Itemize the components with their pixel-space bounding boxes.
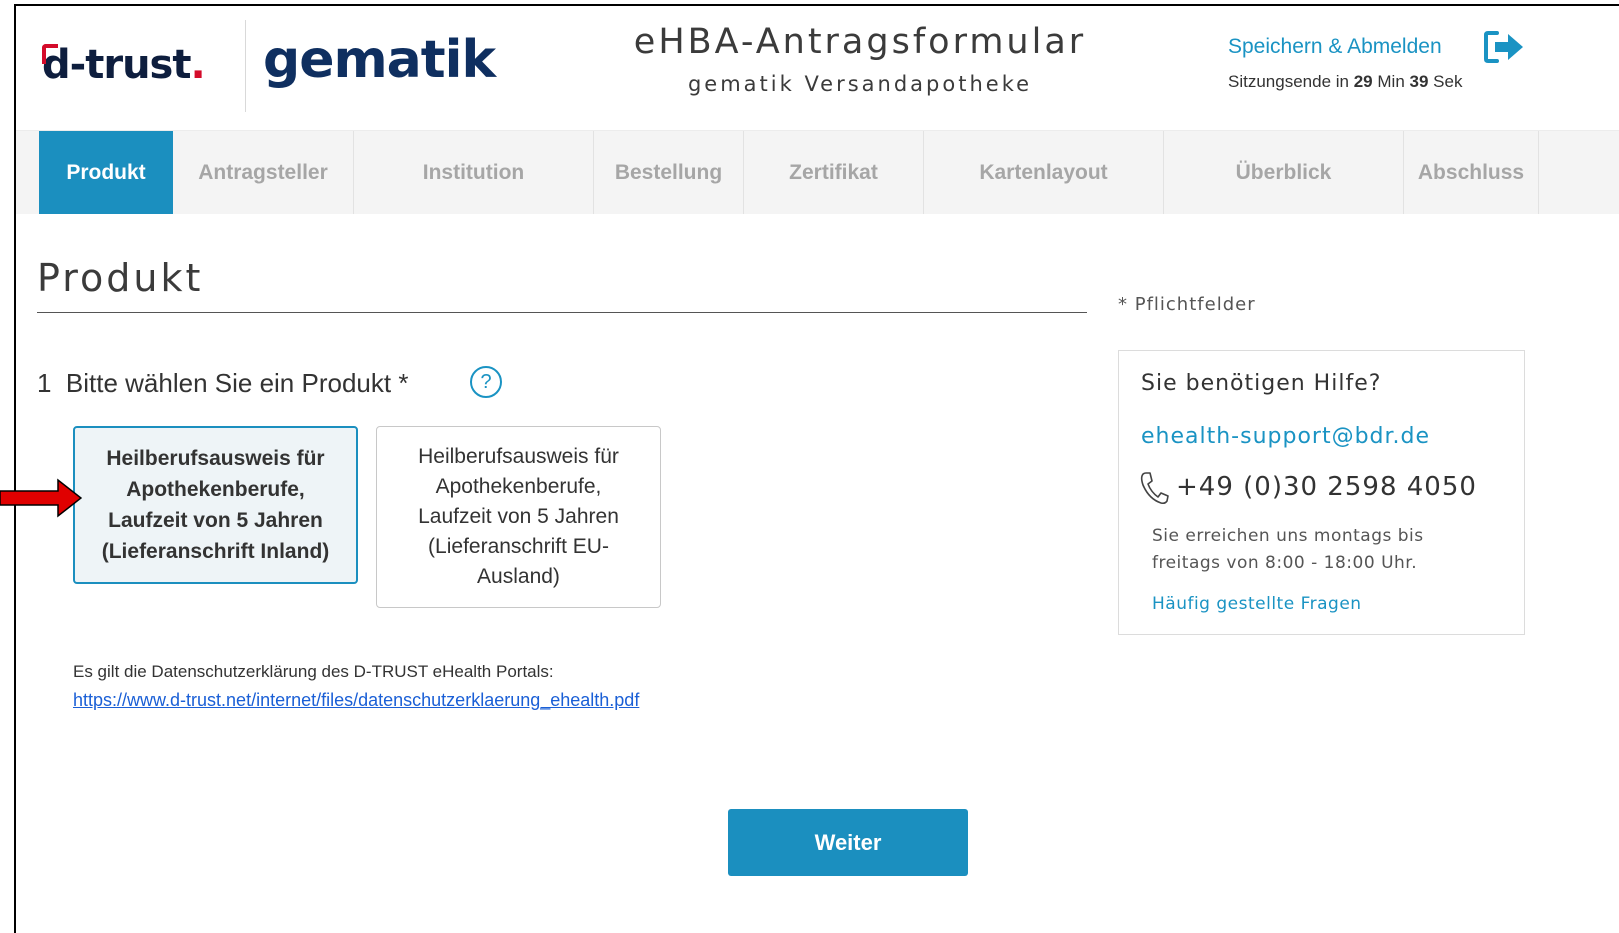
tab-produkt[interactable]: Produkt — [39, 131, 173, 214]
dtrust-logo: d-trust. — [42, 42, 206, 88]
tab-kartenlayout[interactable]: Kartenlayout — [924, 131, 1164, 214]
option-line: Ausland) — [477, 565, 560, 588]
option-line: (Lieferanschrift Inland) — [101, 540, 330, 563]
red-arrow-annotation — [0, 478, 82, 518]
session-minutes: 29 — [1353, 72, 1373, 91]
product-option-inland[interactable]: Heilberufsausweis für Apothekenberufe, L… — [73, 426, 358, 584]
tab-ueberblick[interactable]: Überblick — [1164, 131, 1404, 214]
form-title: eHBA-Antragsformular — [633, 22, 1087, 62]
form-title-block: eHBA-Antragsformular gematik Versandapot… — [600, 22, 1120, 96]
session-sec-label: Sek — [1433, 72, 1463, 91]
tab-bestellung[interactable]: Bestellung — [594, 131, 744, 214]
next-button[interactable]: Weiter — [728, 809, 968, 876]
logo-divider — [245, 20, 246, 112]
help-title: Sie benötigen Hilfe? — [1141, 371, 1382, 396]
heading-divider — [37, 312, 1087, 313]
support-email-link[interactable]: ehealth-support@bdr.de — [1141, 424, 1430, 449]
form-subtitle: gematik Versandapotheke — [687, 72, 1033, 96]
support-hours: Sie erreichen uns montags bis freitags v… — [1152, 523, 1492, 577]
option-line: Heilberufsausweis für — [418, 445, 619, 468]
gematik-logo: gematik — [263, 30, 496, 90]
product-option-eu-ausland[interactable]: Heilberufsausweis für Apothekenberufe, L… — [376, 426, 661, 608]
product-question: 1 Bitte wählen Sie ein Produkt * — [37, 368, 409, 398]
logout-icon[interactable] — [1483, 30, 1527, 64]
option-line: Laufzeit von 5 Jahren — [108, 509, 323, 532]
option-line: (Lieferanschrift EU- — [428, 535, 609, 558]
session-seconds: 39 — [1409, 72, 1429, 91]
faq-link[interactable]: Häufig gestellte Fragen — [1152, 594, 1362, 614]
step-tabs: Produkt Antragsteller Institution Bestel… — [16, 130, 1619, 214]
privacy-notice: Es gilt die Datenschutzerklärung des D-T… — [73, 662, 554, 681]
product-option-eu-ausland-label: Heilberufsausweis für Apothekenberufe, L… — [418, 442, 619, 592]
phone-icon — [1140, 472, 1169, 505]
tab-antragsteller[interactable]: Antragsteller — [173, 131, 354, 214]
option-line: Apothekenberufe, — [435, 475, 602, 498]
option-line: Apothekenberufe, — [126, 478, 305, 501]
tab-abschluss[interactable]: Abschluss — [1404, 131, 1539, 214]
session-prefix: Sitzungsende in — [1228, 72, 1349, 91]
session-timer: Sitzungsende in 29 Min 39 Sek — [1228, 72, 1462, 92]
option-line: Laufzeit von 5 Jahren — [418, 505, 619, 528]
support-phone: +49 (0)30 2598 4050 — [1176, 472, 1477, 502]
support-hours-line: Sie erreichen uns montags bis — [1152, 526, 1424, 546]
required-fields-note: * Pflichtfelder — [1118, 294, 1256, 315]
save-logout-link[interactable]: Speichern & Abmelden — [1228, 35, 1442, 59]
page-title: Produkt — [37, 256, 204, 300]
tab-zertifikat[interactable]: Zertifikat — [744, 131, 924, 214]
option-line: Heilberufsausweis für — [106, 447, 325, 470]
privacy-policy-link[interactable]: https://www.d-trust.net/internet/files/d… — [73, 690, 639, 711]
dtrust-logo-accent — [42, 44, 58, 64]
tab-institution[interactable]: Institution — [354, 131, 594, 214]
dtrust-logo-dot: . — [190, 42, 206, 88]
support-hours-line: freitags von 8:00 - 18:00 Uhr. — [1152, 553, 1418, 573]
dtrust-logo-text: d-trust — [42, 42, 191, 88]
product-option-inland-label: Heilberufsausweis für Apothekenberufe, L… — [102, 443, 330, 567]
help-icon[interactable]: ? — [470, 366, 502, 398]
session-min-label: Min — [1377, 72, 1405, 91]
help-box: Sie benötigen Hilfe? ehealth-support@bdr… — [1118, 350, 1525, 635]
